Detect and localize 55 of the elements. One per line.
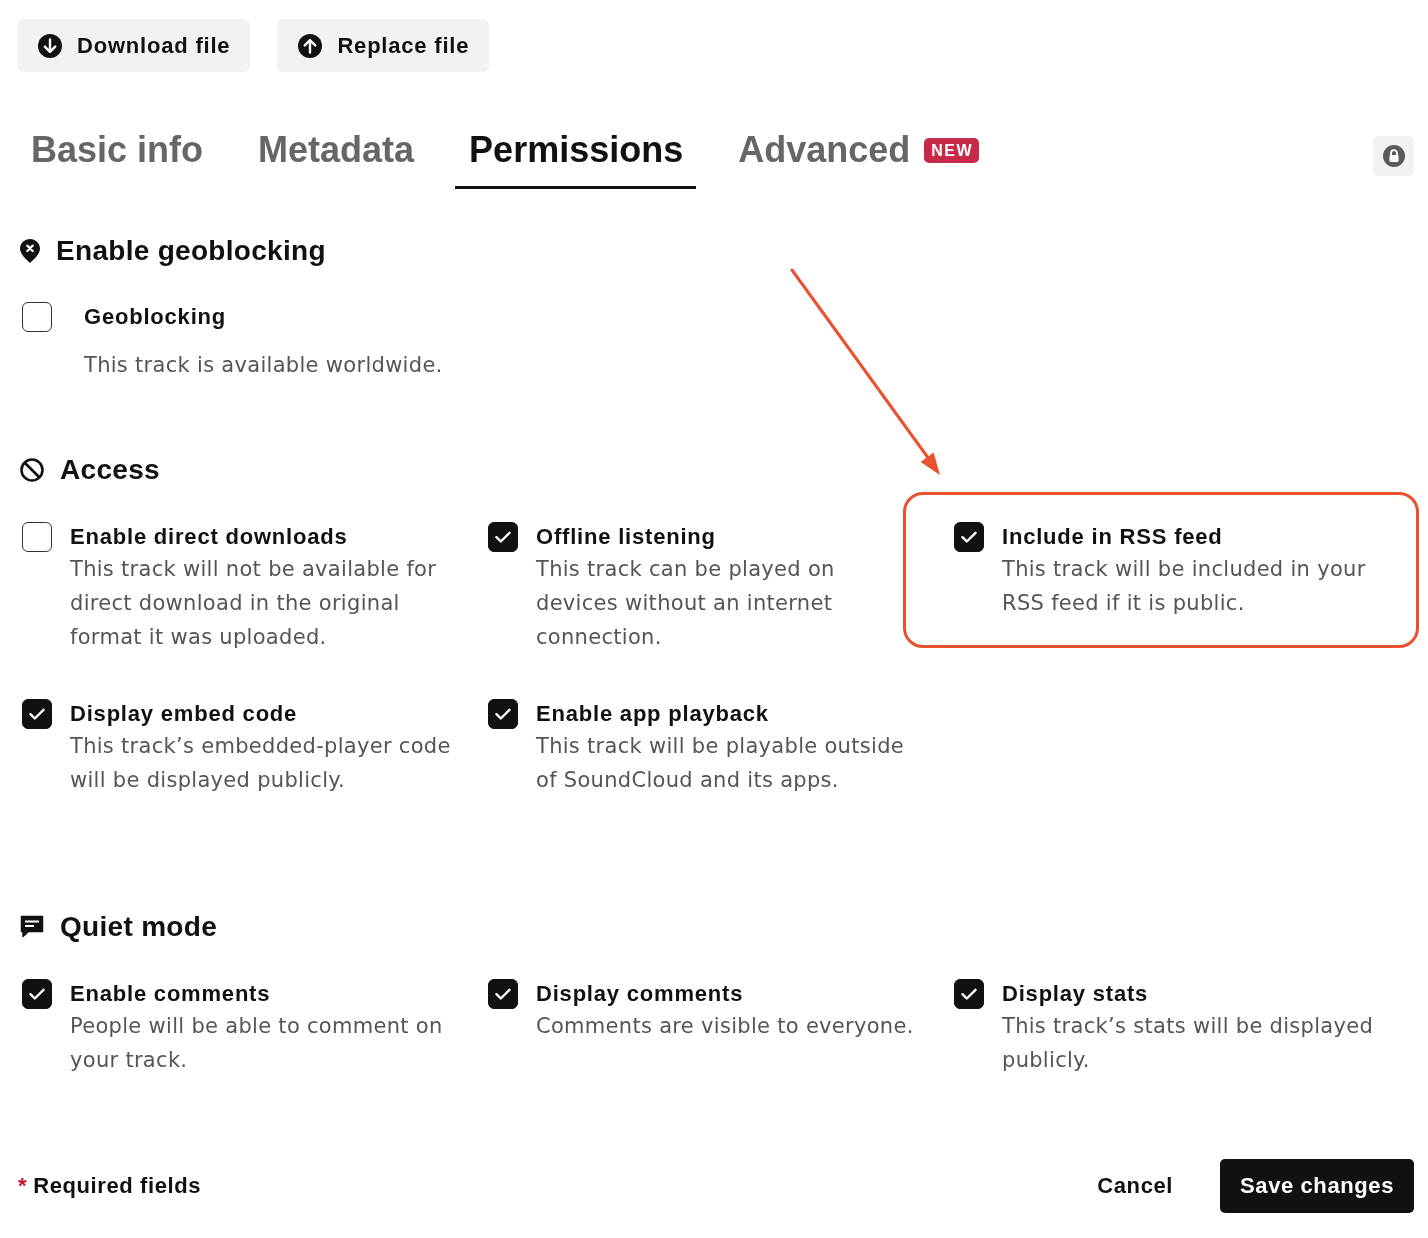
map-pin-icon [20, 239, 40, 263]
lock-button[interactable] [1373, 136, 1414, 176]
option-description: This track’s stats will be displayed publicly. [1002, 1013, 1375, 1074]
option-description: This track’s embedded-player code will be displayed publicly. [70, 733, 452, 794]
checkbox[interactable] [954, 979, 984, 1009]
tab[interactable]: Permissions [455, 118, 697, 189]
checkmark-icon [29, 988, 45, 1000]
cancel-button[interactable]: Cancel [1097, 1173, 1174, 1199]
checkbox[interactable] [488, 699, 518, 729]
checkbox[interactable] [22, 302, 52, 332]
option-label: Include in RSS feed [1002, 523, 1224, 551]
prohibited-icon [20, 458, 44, 482]
checkmark-icon [29, 708, 45, 720]
arrow-down-circle-icon [38, 33, 62, 58]
section-heading: Quiet mode [60, 910, 217, 944]
required-fields-label: Required fields [33, 1173, 202, 1199]
save-button[interactable]: Save changes [1220, 1159, 1414, 1213]
checkmark-icon [495, 988, 511, 1000]
tab[interactable]: Advanced NEW [724, 118, 993, 189]
checkmark-icon [961, 531, 977, 543]
new-badge: NEW [924, 137, 980, 163]
option-description: People will be able to comment on your track. [70, 1013, 444, 1074]
lock-icon [1382, 145, 1405, 167]
option-label: Display comments [536, 980, 745, 1008]
checkmark-icon [495, 531, 511, 543]
tab[interactable]: Basic info [17, 118, 217, 189]
checkbox[interactable] [22, 699, 52, 729]
section-heading: Access [60, 453, 160, 487]
option-label: Geoblocking [84, 303, 227, 331]
option-description: This track is available worldwide. [84, 352, 444, 379]
option-description: This track will be included in your RSS feed if it is public. [1002, 556, 1367, 617]
option-description: Comments are visible to everyone. [536, 1013, 914, 1040]
checkbox[interactable] [22, 522, 52, 552]
checkbox[interactable] [488, 522, 518, 552]
checkbox[interactable] [954, 522, 984, 552]
checkmark-icon [961, 988, 977, 1000]
checkbox[interactable] [488, 979, 518, 1009]
option-label: Enable app playback [536, 700, 770, 728]
option-description: This track can be played on devices without an internet connection. [536, 556, 836, 651]
option-description: This track will not be available for direct download in the original format it was uploaded. [70, 556, 438, 651]
option-label: Display stats [1002, 980, 1150, 1008]
required-asterisk: * [18, 1173, 28, 1199]
download-button[interactable]: Download file [17, 19, 251, 72]
option-label: Display embed code [70, 700, 299, 728]
arrow-up-circle-icon [298, 33, 323, 58]
tab[interactable]: Metadata [244, 118, 428, 189]
option-description: This track will be playable outside of SoundCloud and its apps. [536, 733, 905, 794]
checkbox[interactable] [22, 979, 52, 1009]
message-icon [20, 915, 44, 939]
replace-button[interactable]: Replace file [277, 19, 490, 72]
option-label: Enable comments [70, 980, 272, 1008]
option-label: Enable direct downloads [70, 523, 349, 551]
checkmark-icon [495, 708, 511, 720]
section-heading: Enable geoblocking [56, 234, 326, 268]
option-label: Offline listening [536, 523, 717, 551]
